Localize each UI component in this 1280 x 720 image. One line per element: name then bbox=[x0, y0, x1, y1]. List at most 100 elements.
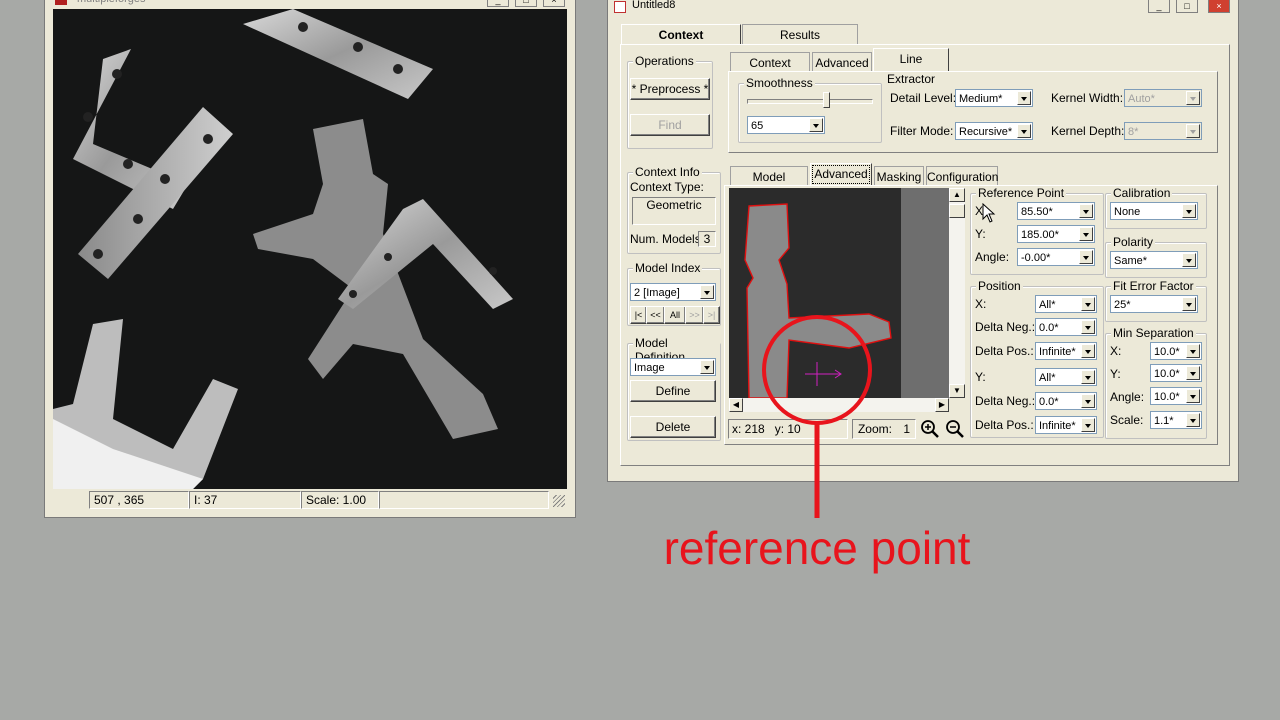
chevron-down-icon[interactable] bbox=[700, 360, 714, 374]
model-definition-select[interactable]: Image bbox=[630, 358, 716, 376]
scrollbar-track[interactable] bbox=[949, 202, 965, 384]
maximize-button[interactable]: □ bbox=[515, 0, 537, 7]
chevron-down-icon[interactable] bbox=[1079, 227, 1093, 241]
pos-dneg-y-select[interactable]: 0.0* bbox=[1035, 392, 1097, 410]
window-titlebar[interactable]: multipleforges _ □ × bbox=[51, 0, 569, 7]
next-model-button[interactable]: >> bbox=[685, 306, 704, 324]
tab-masking[interactable]: Masking bbox=[874, 166, 924, 186]
detail-level-label: Detail Level: bbox=[890, 91, 957, 105]
chevron-down-icon[interactable] bbox=[1081, 418, 1095, 432]
tab-label: Configuration bbox=[927, 170, 999, 184]
num-models-label: Num. Models: bbox=[630, 232, 705, 246]
h-scrollbar-track[interactable] bbox=[743, 398, 935, 412]
minimize-button[interactable]: _ bbox=[487, 0, 509, 7]
pos-dpos-y-select[interactable]: Infinite* bbox=[1035, 416, 1097, 434]
model-viewer[interactable]: ▲ ▼ ◀ ▶ bbox=[729, 188, 965, 412]
find-button[interactable]: Find bbox=[630, 114, 710, 136]
model-image bbox=[729, 188, 949, 398]
close-button[interactable]: × bbox=[543, 0, 565, 7]
tab-context-control[interactable]: Context Control bbox=[730, 52, 810, 90]
zoom-out-icon[interactable] bbox=[945, 419, 965, 439]
chevron-down-icon[interactable] bbox=[1186, 389, 1200, 403]
select-value: 10.0* bbox=[1154, 368, 1180, 380]
tab-advanced-upper[interactable]: Advanced bbox=[812, 52, 872, 72]
maximize-button[interactable]: □ bbox=[1176, 0, 1198, 13]
scroll-right-button[interactable]: ▶ bbox=[935, 398, 949, 412]
chevron-down-icon[interactable] bbox=[1079, 204, 1093, 218]
scrollbar-thumb[interactable] bbox=[949, 204, 965, 218]
close-button[interactable]: × bbox=[1208, 0, 1230, 13]
chevron-down-icon[interactable] bbox=[1081, 320, 1095, 334]
chevron-down-icon[interactable] bbox=[1182, 253, 1196, 267]
delete-button[interactable]: Delete bbox=[630, 416, 716, 438]
chevron-down-icon[interactable] bbox=[1186, 124, 1200, 138]
chevron-down-icon[interactable] bbox=[1186, 344, 1200, 358]
prev-model-button[interactable]: << bbox=[646, 306, 665, 324]
status-bar: 507 , 365 I: 37 Scale: 1.00 bbox=[53, 491, 567, 511]
first-model-button[interactable]: |< bbox=[630, 306, 647, 324]
smoothness-value-select[interactable]: 65 bbox=[747, 116, 825, 134]
pos-dneg-x-select[interactable]: 0.0* bbox=[1035, 318, 1097, 336]
smoothness-slider-thumb[interactable] bbox=[823, 92, 830, 108]
preprocess-button[interactable]: * Preprocess * bbox=[630, 78, 710, 100]
tab-label: Context bbox=[658, 28, 704, 42]
chevron-down-icon[interactable] bbox=[700, 285, 714, 299]
model-index-select[interactable]: 2 [Image] bbox=[630, 283, 716, 301]
chevron-down-icon[interactable] bbox=[1186, 413, 1200, 427]
tab-results[interactable]: Results bbox=[742, 24, 858, 44]
window-title: Untitled8 bbox=[632, 0, 676, 11]
chevron-down-icon[interactable] bbox=[1081, 394, 1095, 408]
tab-model-controls[interactable]: Model Controls bbox=[730, 166, 808, 204]
chevron-down-icon[interactable] bbox=[1186, 366, 1200, 380]
tab-configuration[interactable]: Configuration bbox=[926, 166, 998, 186]
chevron-down-icon[interactable] bbox=[1081, 370, 1095, 384]
select-value: 65 bbox=[751, 120, 764, 132]
tab-context[interactable]: Context bbox=[621, 24, 741, 44]
select-value: 25* bbox=[1114, 299, 1131, 311]
pos-x-select[interactable]: All* bbox=[1035, 295, 1097, 313]
fit-error-select[interactable]: 25* bbox=[1110, 295, 1198, 313]
calibration-select[interactable]: None bbox=[1110, 202, 1198, 220]
pos-dpos-x-select[interactable]: Infinite* bbox=[1035, 342, 1097, 360]
ref-angle-select[interactable]: -0.00* bbox=[1017, 248, 1095, 266]
select-value: -0.00* bbox=[1021, 252, 1051, 264]
scroll-up-button[interactable]: ▲ bbox=[949, 188, 965, 202]
tab-advanced-lower[interactable]: Advanced bbox=[810, 163, 872, 186]
image-canvas[interactable] bbox=[53, 9, 567, 489]
pos-dneg-y-label: Delta Neg.: bbox=[975, 394, 1036, 408]
pos-y-label: Y: bbox=[975, 370, 986, 384]
minsep-y-select[interactable]: 10.0* bbox=[1150, 364, 1202, 382]
scroll-down-button[interactable]: ▼ bbox=[949, 384, 965, 398]
chevron-down-icon[interactable] bbox=[1081, 297, 1095, 311]
chevron-down-icon[interactable] bbox=[1079, 250, 1093, 264]
kernel-width-select[interactable]: Auto* bbox=[1124, 89, 1202, 107]
polarity-select[interactable]: Same* bbox=[1110, 251, 1198, 269]
scroll-left-button[interactable]: ◀ bbox=[729, 398, 743, 412]
window-titlebar[interactable]: Untitled8 _ □ × bbox=[608, 0, 1238, 13]
last-model-button[interactable]: >| bbox=[703, 306, 720, 324]
resize-grip-icon[interactable] bbox=[553, 495, 565, 507]
chevron-down-icon[interactable] bbox=[1186, 91, 1200, 105]
smoothness-slider-track[interactable] bbox=[747, 99, 873, 104]
chevron-down-icon[interactable] bbox=[1182, 297, 1196, 311]
ref-x-select[interactable]: 85.50* bbox=[1017, 202, 1095, 220]
chevron-down-icon[interactable] bbox=[1017, 91, 1031, 105]
chevron-down-icon[interactable] bbox=[1081, 344, 1095, 358]
all-models-button[interactable]: All bbox=[664, 306, 686, 324]
chevron-down-icon[interactable] bbox=[1017, 124, 1031, 138]
detail-level-select[interactable]: Medium* bbox=[955, 89, 1033, 107]
tab-line-extractor[interactable]: Line Extractor bbox=[873, 48, 949, 86]
ref-y-select[interactable]: 185.00* bbox=[1017, 225, 1095, 243]
filter-mode-select[interactable]: Recursive* bbox=[955, 122, 1033, 140]
minsep-angle-select[interactable]: 10.0* bbox=[1150, 387, 1202, 405]
zoom-in-icon[interactable] bbox=[920, 419, 940, 439]
chevron-down-icon[interactable] bbox=[1182, 204, 1196, 218]
minsep-x-select[interactable]: 10.0* bbox=[1150, 342, 1202, 360]
minimize-button[interactable]: _ bbox=[1148, 0, 1170, 13]
model-index-group: Model Index 2 [Image] |< << All >> >| bbox=[627, 261, 721, 326]
pos-y-select[interactable]: All* bbox=[1035, 368, 1097, 386]
kernel-depth-select[interactable]: 8* bbox=[1124, 122, 1202, 140]
chevron-down-icon[interactable] bbox=[809, 118, 823, 132]
define-button[interactable]: Define bbox=[630, 380, 716, 402]
minsep-scale-select[interactable]: 1.1* bbox=[1150, 411, 1202, 429]
